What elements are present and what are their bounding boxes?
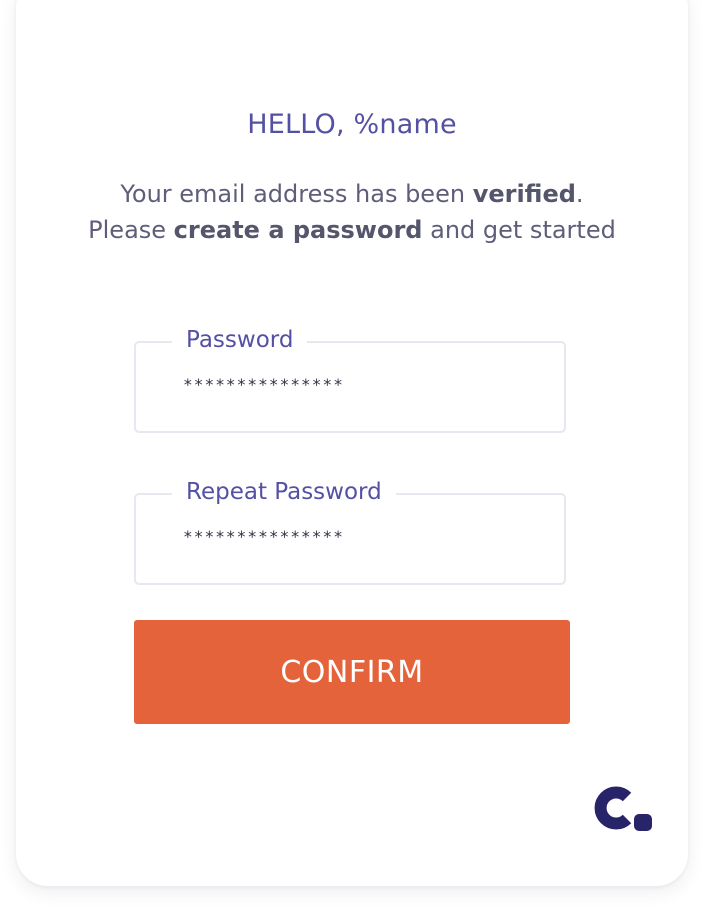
- logo-c-shape: [594, 786, 632, 830]
- message-line2-suffix: and get started: [422, 216, 616, 244]
- message-line-2: Please create a password and get started: [0, 212, 704, 248]
- repeat-password-field-label: Repeat Password: [172, 477, 396, 507]
- confirm-button[interactable]: CONFIRM: [134, 620, 570, 724]
- message-create-password-bold: create a password: [173, 216, 423, 244]
- password-field[interactable]: Password ***************: [134, 325, 566, 433]
- password-field-value[interactable]: ***************: [183, 375, 344, 395]
- greeting-title: HELLO, %name: [247, 109, 457, 140]
- logo-dot-shape: [634, 814, 652, 831]
- message-line2-prefix: Please: [88, 216, 174, 244]
- message-verified-bold: verified: [472, 180, 576, 208]
- brand-c-logo-icon: [594, 786, 652, 831]
- verification-message: Your email address has been verified. Pl…: [0, 176, 704, 248]
- password-field-label: Password: [172, 325, 308, 355]
- message-line-1: Your email address has been verified.: [0, 176, 704, 212]
- repeat-password-field-value[interactable]: ***************: [183, 527, 344, 547]
- message-line1-suffix: .: [575, 180, 584, 208]
- repeat-password-field[interactable]: Repeat Password ***************: [134, 477, 566, 585]
- message-line1-prefix: Your email address has been: [120, 180, 473, 208]
